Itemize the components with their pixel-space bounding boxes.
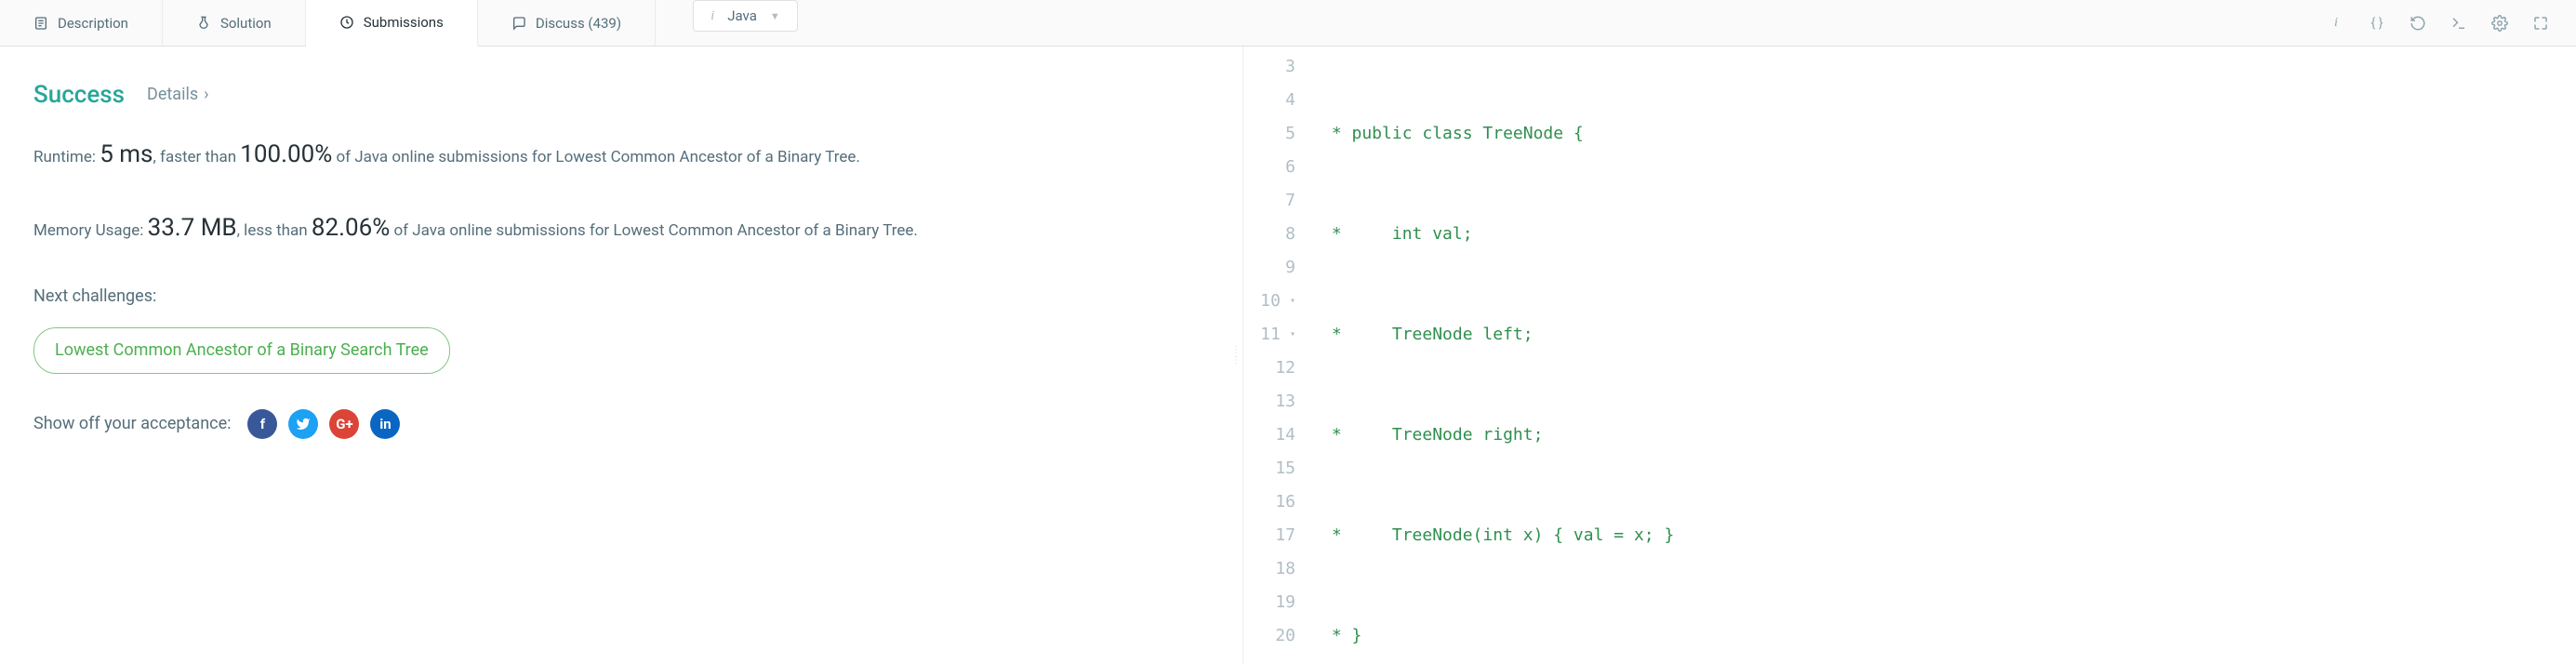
- line-number: 4: [1285, 84, 1295, 117]
- challenge-link[interactable]: Lowest Common Ancestor of a Binary Searc…: [33, 327, 450, 375]
- status-label: Success: [33, 76, 125, 115]
- line-number: 7: [1285, 184, 1295, 218]
- line-number: 19: [1275, 586, 1295, 619]
- line-number: 18: [1275, 552, 1295, 586]
- line-number: 16: [1275, 485, 1295, 519]
- reset-icon[interactable]: [2399, 5, 2437, 42]
- line-number: 15: [1275, 452, 1295, 485]
- fullscreen-icon[interactable]: [2522, 5, 2559, 42]
- details-text: Details: [147, 82, 198, 109]
- memory-prefix: Memory Usage:: [33, 221, 148, 240]
- details-link[interactable]: Details ›: [147, 82, 209, 109]
- memory-value: 33.7 MB: [148, 214, 237, 242]
- line-number: 9: [1285, 251, 1295, 285]
- twitter-icon[interactable]: [288, 409, 318, 439]
- description-icon: [33, 16, 48, 31]
- submissions-icon: [339, 15, 354, 30]
- line-number: 17: [1275, 519, 1295, 552]
- tab-solution[interactable]: Solution: [163, 0, 306, 46]
- tabs: Description Solution Submissions Discuss…: [0, 0, 656, 46]
- hint-icon[interactable]: i: [2317, 5, 2355, 42]
- chevron-down-icon: ▼: [770, 10, 780, 22]
- line-number: 5: [1285, 117, 1295, 151]
- line-number: 20: [1275, 619, 1295, 653]
- discuss-icon: [511, 16, 526, 31]
- tab-label: Discuss (439): [536, 15, 621, 32]
- line-number: 10: [1260, 285, 1281, 318]
- pane-resize-handle[interactable]: ⋮⋮: [1228, 46, 1242, 664]
- code-editor[interactable]: 3 4 5 6 7 8 9 10▾ 11▾ 12 13 14 15 16 17 …: [1242, 46, 2576, 664]
- line-gutter: 3 4 5 6 7 8 9 10▾ 11▾ 12 13 14 15 16 17 …: [1243, 46, 1308, 664]
- fold-icon[interactable]: ▾: [1290, 285, 1295, 318]
- settings-icon[interactable]: [2481, 5, 2518, 42]
- code-line: * TreeNode left;: [1321, 325, 1534, 344]
- runtime-mid: , faster than: [153, 148, 240, 166]
- line-number: 3: [1285, 50, 1295, 84]
- tab-label: Submissions: [364, 14, 444, 31]
- line-number: 11: [1260, 318, 1281, 352]
- linkedin-icon[interactable]: in: [370, 409, 400, 439]
- code-line: * TreeNode right;: [1321, 425, 1543, 445]
- code-area[interactable]: * public class TreeNode { * int val; * T…: [1308, 46, 2576, 664]
- tab-description[interactable]: Description: [0, 0, 163, 46]
- info-icon: i: [710, 8, 714, 24]
- chevron-right-icon: ›: [204, 82, 208, 109]
- share-label: Show off your acceptance:: [33, 411, 231, 438]
- tab-submissions[interactable]: Submissions: [306, 0, 478, 46]
- memory-text: Memory Usage: 33.7 MB, less than 82.06% …: [33, 209, 1149, 248]
- tab-discuss[interactable]: Discuss (439): [478, 0, 656, 46]
- top-bar: Description Solution Submissions Discuss…: [0, 0, 2576, 46]
- editor-toolbar: i { }: [2317, 0, 2576, 46]
- braces-icon[interactable]: { }: [2358, 5, 2396, 42]
- social-buttons: f G+ in: [247, 409, 400, 439]
- next-challenges-label: Next challenges:: [33, 284, 1194, 311]
- tab-label: Solution: [220, 15, 272, 32]
- tab-label: Description: [58, 15, 128, 32]
- result-panel: Success Details › Runtime: 5 ms, faster …: [0, 46, 1228, 664]
- googleplus-icon[interactable]: G+: [329, 409, 359, 439]
- runtime-suffix: of Java online submissions for Lowest Co…: [332, 148, 860, 166]
- language-select[interactable]: i Java ▼: [693, 0, 798, 32]
- line-number: 14: [1275, 418, 1295, 452]
- line-number: 13: [1275, 385, 1295, 418]
- code-line: * public class TreeNode {: [1321, 124, 1584, 143]
- terminal-icon[interactable]: [2440, 5, 2477, 42]
- runtime-text: Runtime: 5 ms, faster than 100.00% of Ja…: [33, 136, 1149, 175]
- line-number: 12: [1275, 352, 1295, 385]
- runtime-prefix: Runtime:: [33, 148, 100, 166]
- code-line: * int val;: [1321, 224, 1473, 244]
- main: Success Details › Runtime: 5 ms, faster …: [0, 46, 2576, 664]
- runtime-percent: 100.00%: [240, 140, 332, 168]
- code-line: * TreeNode(int x) { val = x; }: [1321, 525, 1674, 545]
- line-number: 8: [1285, 218, 1295, 251]
- fold-icon[interactable]: ▾: [1290, 318, 1295, 352]
- facebook-icon[interactable]: f: [247, 409, 277, 439]
- memory-mid: , less than: [237, 221, 312, 240]
- language-label: Java: [727, 7, 757, 24]
- solution-icon: [196, 16, 211, 31]
- memory-suffix: of Java online submissions for Lowest Co…: [390, 221, 918, 240]
- line-number: 6: [1285, 151, 1295, 184]
- code-line: * }: [1321, 626, 1361, 645]
- memory-percent: 82.06%: [312, 214, 390, 242]
- runtime-value: 5 ms: [100, 140, 153, 168]
